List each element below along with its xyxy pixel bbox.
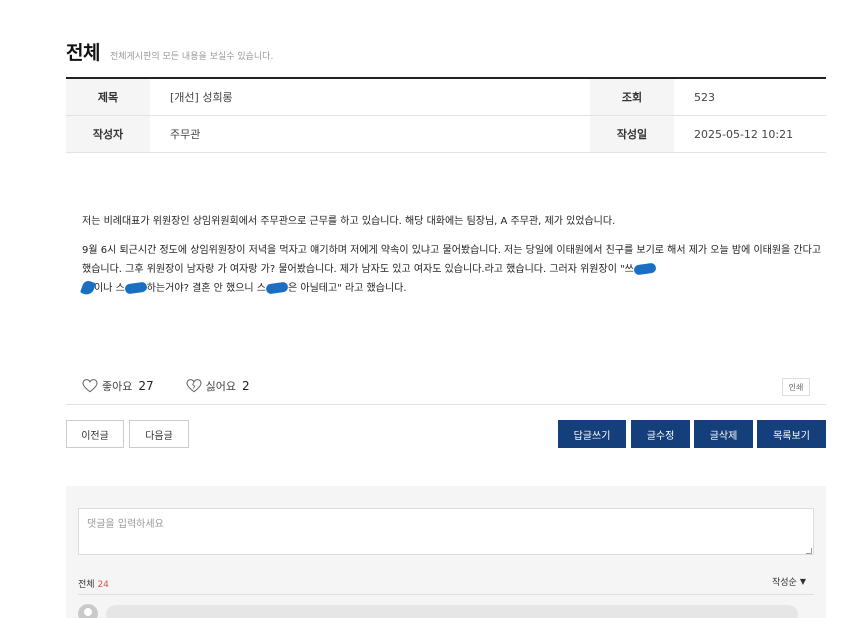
edit-button[interactable]: 글수정 [631,420,690,448]
like-count: 27 [138,379,154,393]
reply-button[interactable]: 답글쓰기 [558,420,626,448]
list-button[interactable]: 목록보기 [757,420,826,448]
next-post-button[interactable]: 다음글 [129,420,189,448]
title-value: [개선] 성희롱 [170,91,233,104]
page-title: 전체 [66,42,100,64]
comment-input[interactable] [78,508,814,555]
avatar [78,604,98,618]
date-value: 2025-05-12 10:21 [694,127,794,141]
dislike-button[interactable]: 싫어요 2 [186,378,250,394]
prev-post-button[interactable]: 이전글 [66,420,124,448]
content-paragraph-2: 9월 6시 퇴근시간 정도에 상임위원장이 저녁을 먹자고 얘기하며 저에게 약… [79,241,822,298]
heart-icon [82,379,98,393]
divider [78,594,814,595]
content-p2-part2: 이나 스 [94,283,125,294]
like-label: 좋아요 [102,380,133,393]
content-paragraph-1: 저는 비례대표가 위원장인 상임위원회에서 주무관으로 근무를 하고 있습니다.… [82,216,616,227]
views-label: 조회 [590,79,674,115]
comment-total-label: 전체 [78,580,95,590]
redaction-mark [124,281,148,295]
content-p2-part1: 9월 6시 퇴근시간 정도에 상임위원장이 저녁을 먹자고 얘기하며 저에게 약… [82,245,822,275]
dislike-label: 싫어요 [205,380,237,393]
page-header: 전체 전체게시판의 모든 내용을 보실수 있습니다. [66,38,273,65]
resize-handle-icon[interactable] [806,548,812,554]
reactions: 좋아요 27 싫어요 2 [82,378,282,394]
redaction-mark [265,281,289,295]
chevron-down-icon: ▼ [799,577,806,586]
sort-dropdown[interactable]: 작성순 ▼ [772,575,806,588]
views-value: 523 [694,90,715,104]
post-info-row-title: 제목 [개선] 성희롱 조회 523 [66,79,826,116]
divider [66,404,826,405]
post-info-row-author: 작성자 주무관 작성일 2025-05-12 10:21 [66,116,826,153]
date-label: 작성일 [590,116,674,152]
post-content: 저는 비례대표가 위원장인 상임위원회에서 주무관으로 근무를 하고 있습니다.… [79,212,822,308]
content-p2-part3: 하는거야? 결혼 안 했으니 스 [146,283,267,294]
content-p2-part4: 은 아닐테고" 라고 했습니다. [288,283,407,294]
delete-button[interactable]: 글삭제 [694,420,753,448]
author-label: 작성자 [66,116,150,152]
comment-count: 전체 24 [78,577,109,590]
comment-section: 전체 24 작성순 ▼ [66,486,826,618]
redaction-mark [79,279,97,297]
author-value: 주무관 [170,128,201,141]
title-label: 제목 [66,79,150,115]
redaction-mark [633,262,657,276]
post-info-table: 제목 [개선] 성희롱 조회 523 작성자 주무관 작성일 2025-05-1… [66,77,826,153]
page-subtitle: 전체게시판의 모든 내용을 보실수 있습니다. [109,52,274,62]
broken-heart-icon [186,379,202,393]
comment-total-count: 24 [97,580,109,590]
like-button[interactable]: 좋아요 27 [82,378,154,394]
dislike-count: 2 [242,379,250,393]
sort-label: 작성순 [772,578,797,588]
comment-item [106,605,798,618]
print-button[interactable]: 인쇄 [782,378,810,396]
